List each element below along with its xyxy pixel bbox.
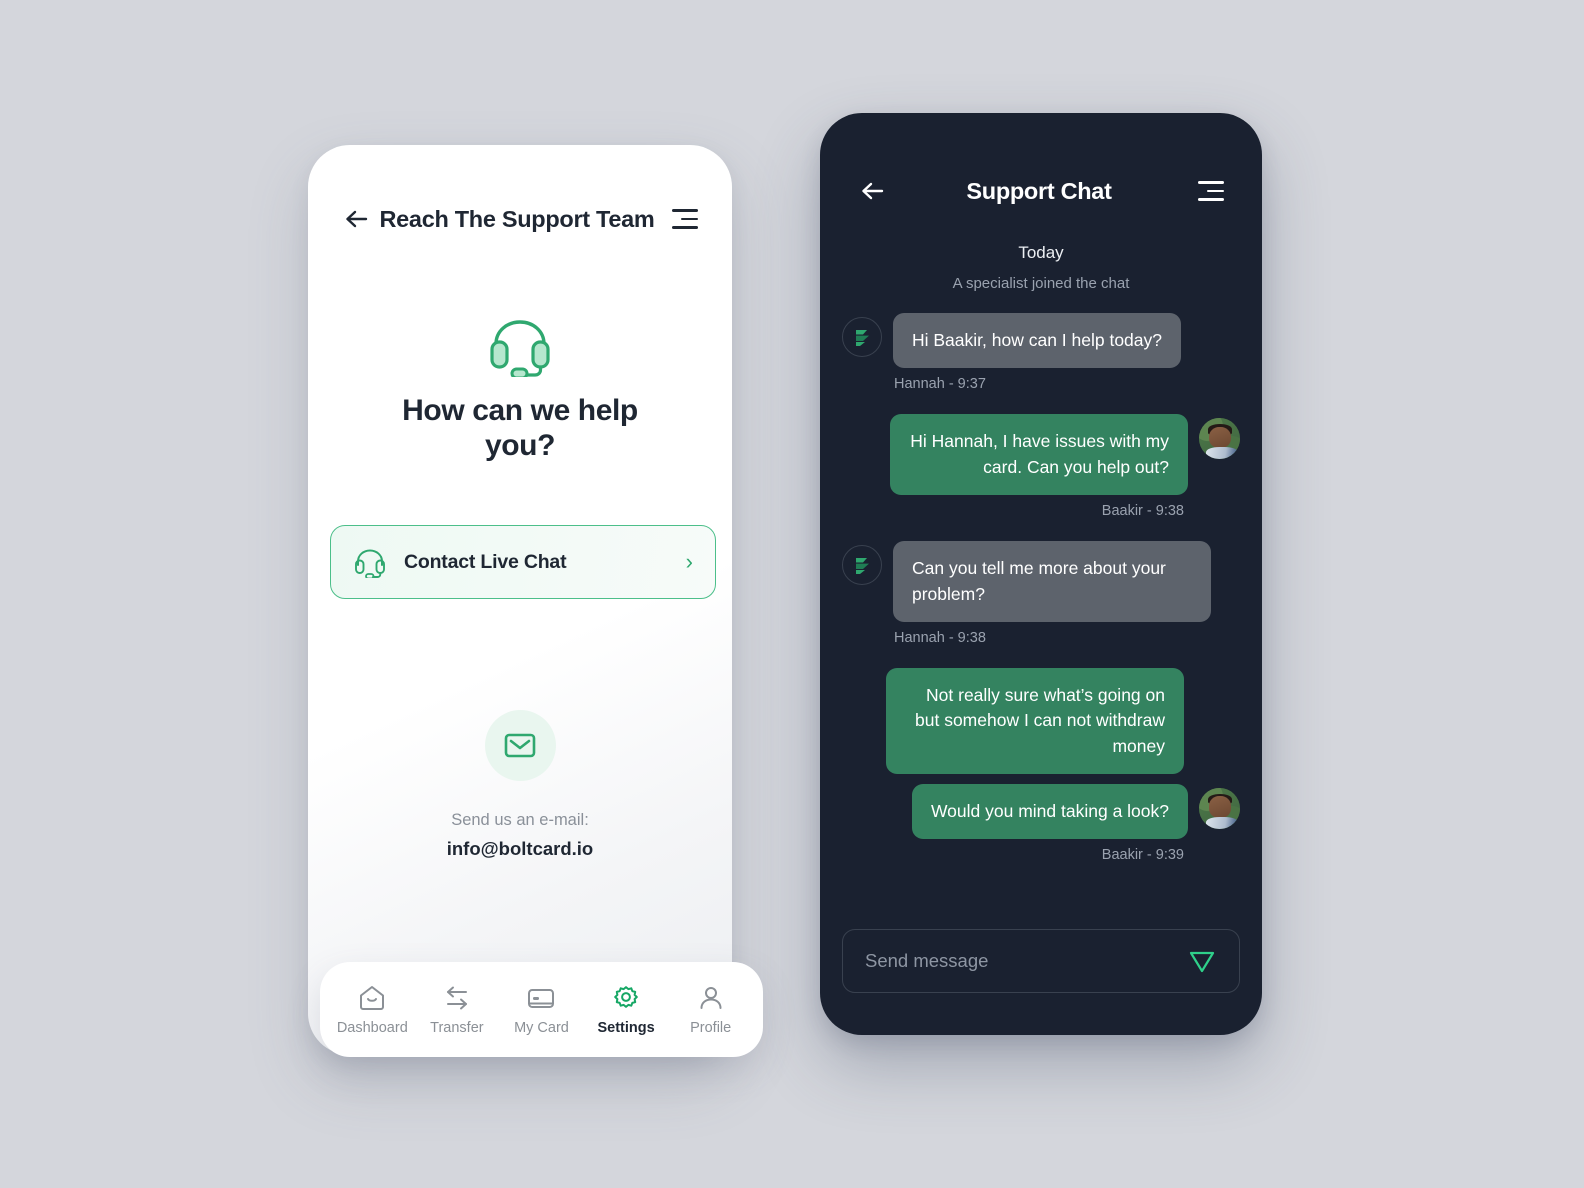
- message-bubble: Not really sure what’s going on but some…: [886, 667, 1184, 774]
- nav-label: Dashboard: [336, 1019, 408, 1036]
- hero-illustration: [308, 313, 732, 377]
- nav-item-settings[interactable]: Settings: [586, 984, 666, 1036]
- avatar-shirt: [1205, 816, 1238, 829]
- message-bubble: Would you mind taking a look?: [911, 784, 1188, 840]
- message-meta: Hannah - 9:38: [894, 629, 986, 646]
- avatar: [842, 317, 882, 357]
- hamburger-icon-line: [681, 217, 698, 221]
- message-meta: Hannah - 9:37: [894, 376, 986, 393]
- hamburger-icon-line: [672, 226, 698, 229]
- message-bubble: Hi Baakir, how can I help today?: [893, 313, 1182, 369]
- brand-logo-icon: [855, 329, 869, 346]
- email-label: Send us an e-mail:: [451, 811, 589, 829]
- avatar-face: [1208, 796, 1231, 818]
- avatar-face: [1208, 426, 1231, 448]
- nav-label: Profile: [690, 1019, 732, 1036]
- hamburger-icon-line: [1198, 181, 1224, 184]
- home-icon: [360, 985, 385, 1010]
- message-item: Can you tell me more about your problem?…: [842, 541, 1240, 646]
- message-item: Would you mind taking a look? Baakir - 9…: [842, 784, 1240, 863]
- nav-item-dashboard[interactable]: Dashboard: [332, 984, 412, 1036]
- headset-icon: [490, 320, 550, 377]
- hamburger-icon-line: [1207, 189, 1224, 193]
- nav-label: Transfer: [430, 1019, 484, 1036]
- chevron-right-icon: ›: [685, 549, 693, 574]
- page-title: Reach The Support Team: [379, 205, 655, 232]
- chat-screen-phone: Support Chat Today A specialist joined t…: [820, 113, 1262, 1035]
- message-composer[interactable]: Send message: [842, 929, 1240, 993]
- menu-button[interactable]: [1194, 178, 1224, 204]
- menu-button[interactable]: [668, 206, 698, 232]
- headset-icon: [355, 549, 385, 578]
- bottom-navigation: Dashboard Transfer My Card Settings Prof…: [320, 962, 763, 1057]
- contact-live-chat-label: Contact Live Chat: [404, 550, 567, 573]
- hamburger-icon-line: [1198, 198, 1224, 201]
- message-bubble: Can you tell me more about your problem?: [893, 541, 1211, 622]
- avatar: [1199, 788, 1240, 829]
- avatar: [1199, 418, 1240, 460]
- nav-item-profile[interactable]: Profile: [671, 984, 751, 1036]
- page-title: Support Chat: [966, 177, 1112, 204]
- transfer-arrows-icon: [446, 986, 467, 1009]
- message-item: Not really sure what’s going on but some…: [842, 667, 1240, 774]
- contact-live-chat-button[interactable]: Contact Live Chat ›: [330, 525, 716, 599]
- email-section: Send us an e-mail: info@boltcard.io: [308, 710, 732, 860]
- system-note: A specialist joined the chat: [952, 275, 1130, 292]
- message-item: Hi Baakir, how can I help today? Hannah …: [842, 313, 1240, 392]
- avatar-shirt: [1205, 447, 1238, 460]
- nav-label: Settings: [597, 1019, 655, 1036]
- message-item: Hi Hannah, I have issues with my card. C…: [842, 414, 1240, 519]
- day-separator: Today: [1018, 243, 1064, 262]
- envelope-icon: [504, 733, 536, 758]
- hamburger-icon-line: [672, 209, 698, 212]
- email-address[interactable]: info@boltcard.io: [447, 838, 594, 860]
- credit-card-icon: [528, 988, 555, 1008]
- arrow-left-icon: [862, 182, 884, 200]
- send-paper-plane-icon[interactable]: [1187, 946, 1217, 976]
- gear-icon: [614, 985, 638, 1008]
- page-heading: How can we help you?: [402, 394, 638, 463]
- email-icon-badge: [484, 710, 556, 781]
- support-screen-phone: Reach The Support Team How can we help y…: [308, 145, 732, 1055]
- nav-item-transfer[interactable]: Transfer: [417, 984, 497, 1036]
- message-meta: Baakir - 9:39: [1101, 847, 1184, 864]
- nav-label: My Card: [514, 1019, 569, 1036]
- support-header: Reach The Support Team: [308, 199, 732, 239]
- chat-header: Support Chat: [820, 171, 1262, 211]
- message-bubble: Hi Hannah, I have issues with my card. C…: [890, 414, 1188, 496]
- avatar: [842, 545, 882, 586]
- nav-item-my-card[interactable]: My Card: [501, 984, 581, 1036]
- message-meta: Baakir - 9:38: [1101, 503, 1184, 520]
- brand-logo-icon: [855, 557, 869, 574]
- message-list: Hi Baakir, how can I help today? Hannah …: [842, 313, 1240, 905]
- person-icon: [700, 986, 722, 1009]
- send-message-input[interactable]: Send message: [865, 950, 1187, 972]
